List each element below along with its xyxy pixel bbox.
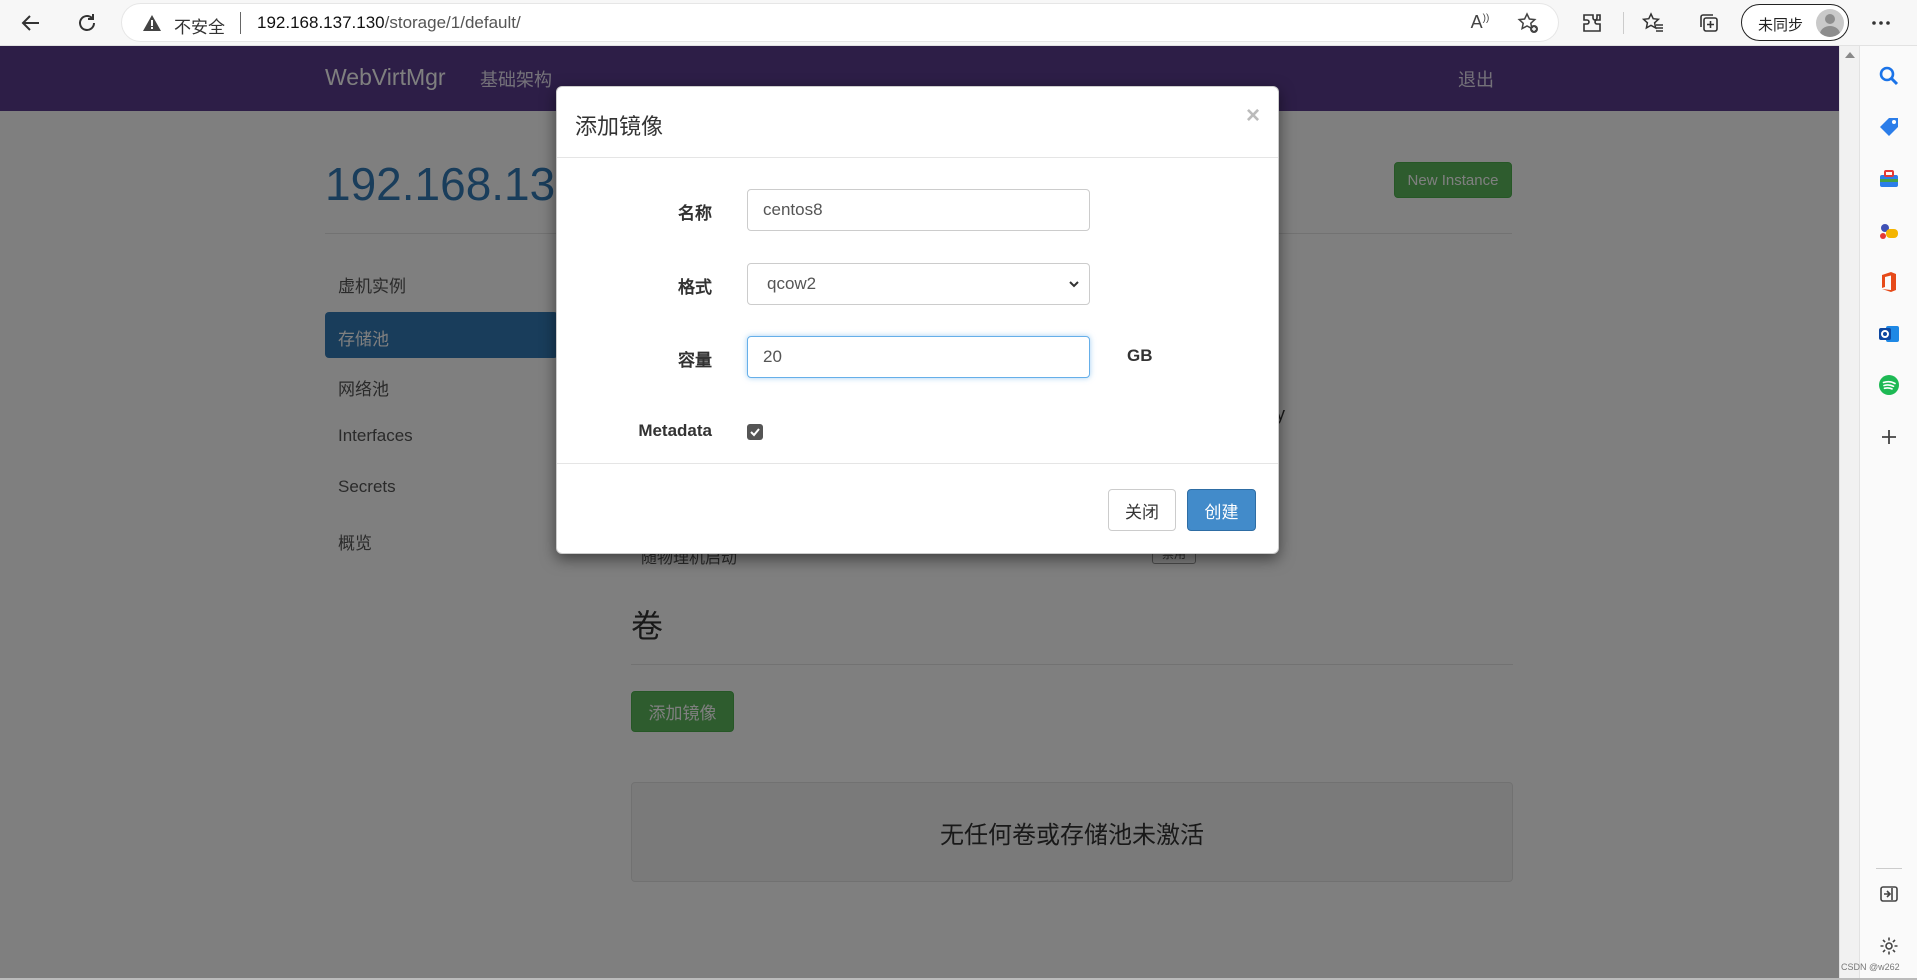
extensions-icon[interactable] — [1577, 8, 1607, 38]
address-bar[interactable]: 不安全 192.168.137.130/storage/1/default/ A… — [122, 4, 1558, 41]
checkmark-icon — [750, 428, 760, 437]
page-scrollbar[interactable] — [1839, 46, 1859, 978]
modal-header: 添加镜像 × — [557, 87, 1278, 158]
search-icon[interactable] — [1875, 62, 1903, 90]
games-icon[interactable] — [1875, 217, 1903, 245]
capacity-label: 容量 — [678, 351, 712, 370]
scroll-up-icon[interactable] — [1845, 52, 1855, 58]
shopping-tag-icon[interactable] — [1875, 113, 1903, 141]
watermark: CSDN @w262 — [1841, 962, 1900, 972]
format-select[interactable]: qcow2 — [747, 263, 1090, 305]
name-value: centos8 — [763, 200, 823, 219]
page-viewport: WebVirtMgr 基础架构 退出 192.168.137.130 New I… — [0, 46, 1839, 978]
warning-icon — [143, 15, 161, 31]
add-favorite-icon[interactable] — [1516, 12, 1540, 34]
sidebar-separator — [1876, 868, 1902, 869]
add-image-modal: 添加镜像 × 名称 centos8 格式 qcow2 容量 20 GB Meta… — [556, 86, 1279, 554]
avatar — [1816, 9, 1844, 37]
capacity-unit: GB — [1127, 346, 1153, 365]
url-text[interactable]: 192.168.137.130/storage/1/default/ — [257, 13, 521, 33]
back-icon[interactable] — [14, 6, 48, 40]
read-aloud-icon[interactable]: A)) — [1468, 12, 1492, 34]
chevron-down-icon — [1069, 281, 1079, 288]
toolbar-separator — [1623, 12, 1624, 34]
hide-sidebar-icon[interactable] — [1875, 880, 1903, 908]
office-icon[interactable] — [1875, 268, 1903, 296]
browser-toolbar: 不安全 192.168.137.130/storage/1/default/ A… — [0, 0, 1917, 46]
modal-title: 添加镜像 — [575, 114, 664, 139]
collections-icon[interactable] — [1694, 8, 1724, 38]
tools-icon[interactable] — [1875, 165, 1903, 193]
metadata-checkbox[interactable] — [747, 424, 763, 440]
capacity-field[interactable]: 20 — [747, 336, 1090, 378]
metadata-label: Metadata — [638, 421, 712, 440]
url-host: 192.168.137.130 — [257, 13, 385, 32]
profile-sync-button[interactable]: 未同步 — [1741, 4, 1849, 41]
address-separator — [240, 12, 241, 34]
security-label[interactable]: 不安全 — [174, 13, 225, 38]
name-field[interactable]: centos8 — [747, 189, 1090, 231]
outlook-icon[interactable] — [1875, 320, 1903, 348]
settings-gear-icon[interactable] — [1875, 932, 1903, 960]
create-button[interactable]: 创建 — [1187, 489, 1256, 531]
sync-label: 未同步 — [1758, 17, 1804, 34]
name-label: 名称 — [678, 204, 712, 223]
format-value: qcow2 — [767, 274, 817, 293]
add-icon[interactable] — [1875, 423, 1903, 451]
modal-footer-divider — [557, 463, 1278, 464]
browser-sidebar — [1859, 46, 1917, 980]
spotify-icon[interactable] — [1875, 371, 1903, 399]
close-icon[interactable]: × — [1246, 102, 1260, 130]
format-label: 格式 — [678, 278, 712, 297]
close-button[interactable]: 关闭 — [1108, 489, 1176, 531]
refresh-icon[interactable] — [70, 6, 104, 40]
url-path: /storage/1/default/ — [384, 13, 521, 32]
capacity-value: 20 — [763, 347, 782, 366]
more-icon[interactable] — [1866, 8, 1896, 38]
favorites-icon[interactable] — [1638, 8, 1668, 38]
